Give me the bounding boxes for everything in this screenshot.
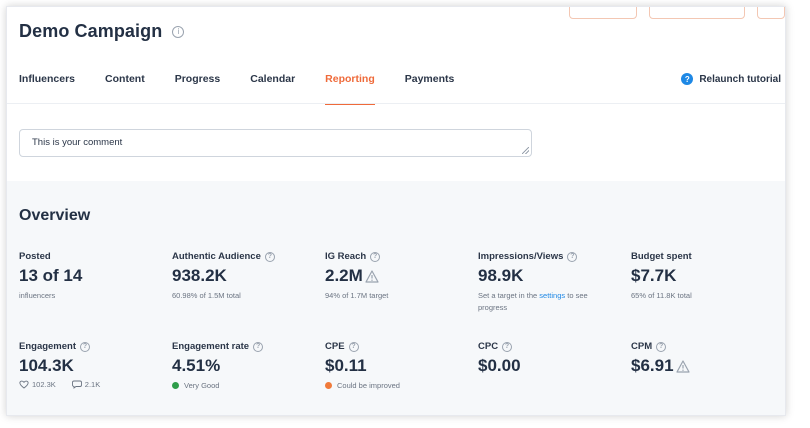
help-icon[interactable]: ?: [370, 251, 381, 262]
header-divider: [7, 103, 785, 104]
comment-textarea[interactable]: This is your comment: [19, 129, 532, 157]
help-icon[interactable]: ?: [253, 341, 264, 352]
metric-budget-spent: Budget spent $7.7K 65% of 11.8K total: [631, 251, 781, 302]
metric-value: 98.9K: [478, 266, 524, 285]
metric-value: $7.7K: [631, 266, 677, 285]
top-action-button-2[interactable]: [649, 7, 745, 19]
metric-status: Very Good: [172, 380, 322, 392]
heart-icon: [19, 380, 29, 389]
help-icon[interactable]: ?: [502, 341, 513, 352]
question-circle-icon: ?: [681, 73, 694, 85]
tab-bar: Influencers Content Progress Calendar Re…: [19, 73, 484, 105]
help-icon[interactable]: ?: [567, 251, 578, 262]
tab-payments[interactable]: Payments: [405, 73, 455, 91]
status-dot: [325, 382, 332, 389]
page-title: Demo Campaign: [19, 21, 163, 41]
warning-icon: [365, 269, 379, 283]
metric-authentic-audience: Authentic Audience? 938.2K 60.98% of 1.5…: [172, 251, 322, 302]
metric-sub: influencers: [19, 291, 56, 300]
comment-icon: [71, 380, 82, 389]
metric-cpm: CPM? $6.91: [631, 341, 781, 376]
metric-label: CPE: [325, 341, 345, 352]
help-icon[interactable]: ?: [80, 341, 91, 352]
metric-value: $0.11: [325, 356, 367, 375]
metric-ig-reach: IG Reach? 2.2M 94% of 1.7M target: [325, 251, 475, 302]
tab-reporting[interactable]: Reporting: [325, 73, 375, 105]
comments-count: 2.1K: [84, 380, 101, 389]
top-action-button-1[interactable]: [569, 7, 637, 19]
help-icon[interactable]: ?: [264, 251, 275, 262]
metric-sub: 65% of 11.8K total: [631, 291, 692, 300]
metric-value: $0.00: [478, 356, 521, 375]
tab-content[interactable]: Content: [105, 73, 145, 91]
metric-label: Engagement rate: [172, 341, 250, 352]
metric-engagement-rate: Engagement rate? 4.51% Very Good: [172, 341, 322, 392]
metric-value: $6.91: [631, 356, 674, 375]
metric-sub: 60.98% of 1.5M total: [172, 291, 241, 300]
metric-label: Impressions/Views: [478, 251, 564, 262]
metric-sub: Set a target in the settings to see prog…: [478, 291, 588, 312]
top-action-button-3[interactable]: [757, 7, 785, 19]
tab-influencers[interactable]: Influencers: [19, 73, 75, 91]
metric-sub: 94% of 1.7M target: [325, 291, 389, 300]
tab-progress[interactable]: Progress: [175, 73, 221, 91]
likes-count: 102.3K: [32, 380, 56, 389]
help-icon[interactable]: ?: [348, 341, 359, 352]
metric-value: 4.51%: [172, 356, 221, 375]
tab-calendar[interactable]: Calendar: [250, 73, 295, 91]
metric-value: 938.2K: [172, 266, 227, 285]
relaunch-tutorial-label: Relaunch tutorial: [699, 73, 781, 85]
comment-text: This is your comment: [32, 137, 123, 148]
resize-grip-icon[interactable]: [522, 147, 529, 154]
info-icon[interactable]: i: [172, 25, 185, 38]
metric-label: Posted: [19, 251, 51, 262]
overview-title: Overview: [19, 207, 91, 224]
status-dot: [172, 382, 179, 389]
metric-value: 104.3K: [19, 356, 74, 375]
relaunch-tutorial-link[interactable]: ? Relaunch tutorial: [681, 73, 781, 85]
metric-label: Authentic Audience: [172, 251, 261, 262]
metric-impressions: Impressions/Views? 98.9K Set a target in…: [478, 251, 608, 314]
engagement-breakdown: 102.3K 2.1K: [19, 380, 169, 389]
help-icon[interactable]: ?: [656, 341, 667, 352]
metric-cpe: CPE? $0.11 Could be improved: [325, 341, 475, 392]
metric-label: IG Reach: [325, 251, 367, 262]
metric-posted: Posted 13 of 14 influencers: [19, 251, 169, 302]
metric-label: Engagement: [19, 341, 77, 352]
metric-label: CPC: [478, 341, 499, 352]
metric-label: Budget spent: [631, 251, 692, 262]
metric-status: Could be improved: [325, 380, 475, 392]
metric-value: 13 of 14: [19, 266, 83, 285]
metric-value: 2.2M: [325, 266, 363, 285]
settings-link[interactable]: settings: [539, 291, 565, 300]
page-header: Demo Campaign i: [19, 21, 185, 42]
warning-icon: [675, 359, 690, 373]
metric-label: CPM: [631, 341, 653, 352]
metric-engagement: Engagement? 104.3K 102.3K 2.1K: [19, 341, 169, 389]
app-window: Demo Campaign i Influencers Content Prog…: [6, 6, 786, 416]
metric-cpc: CPC? $0.00: [478, 341, 628, 376]
